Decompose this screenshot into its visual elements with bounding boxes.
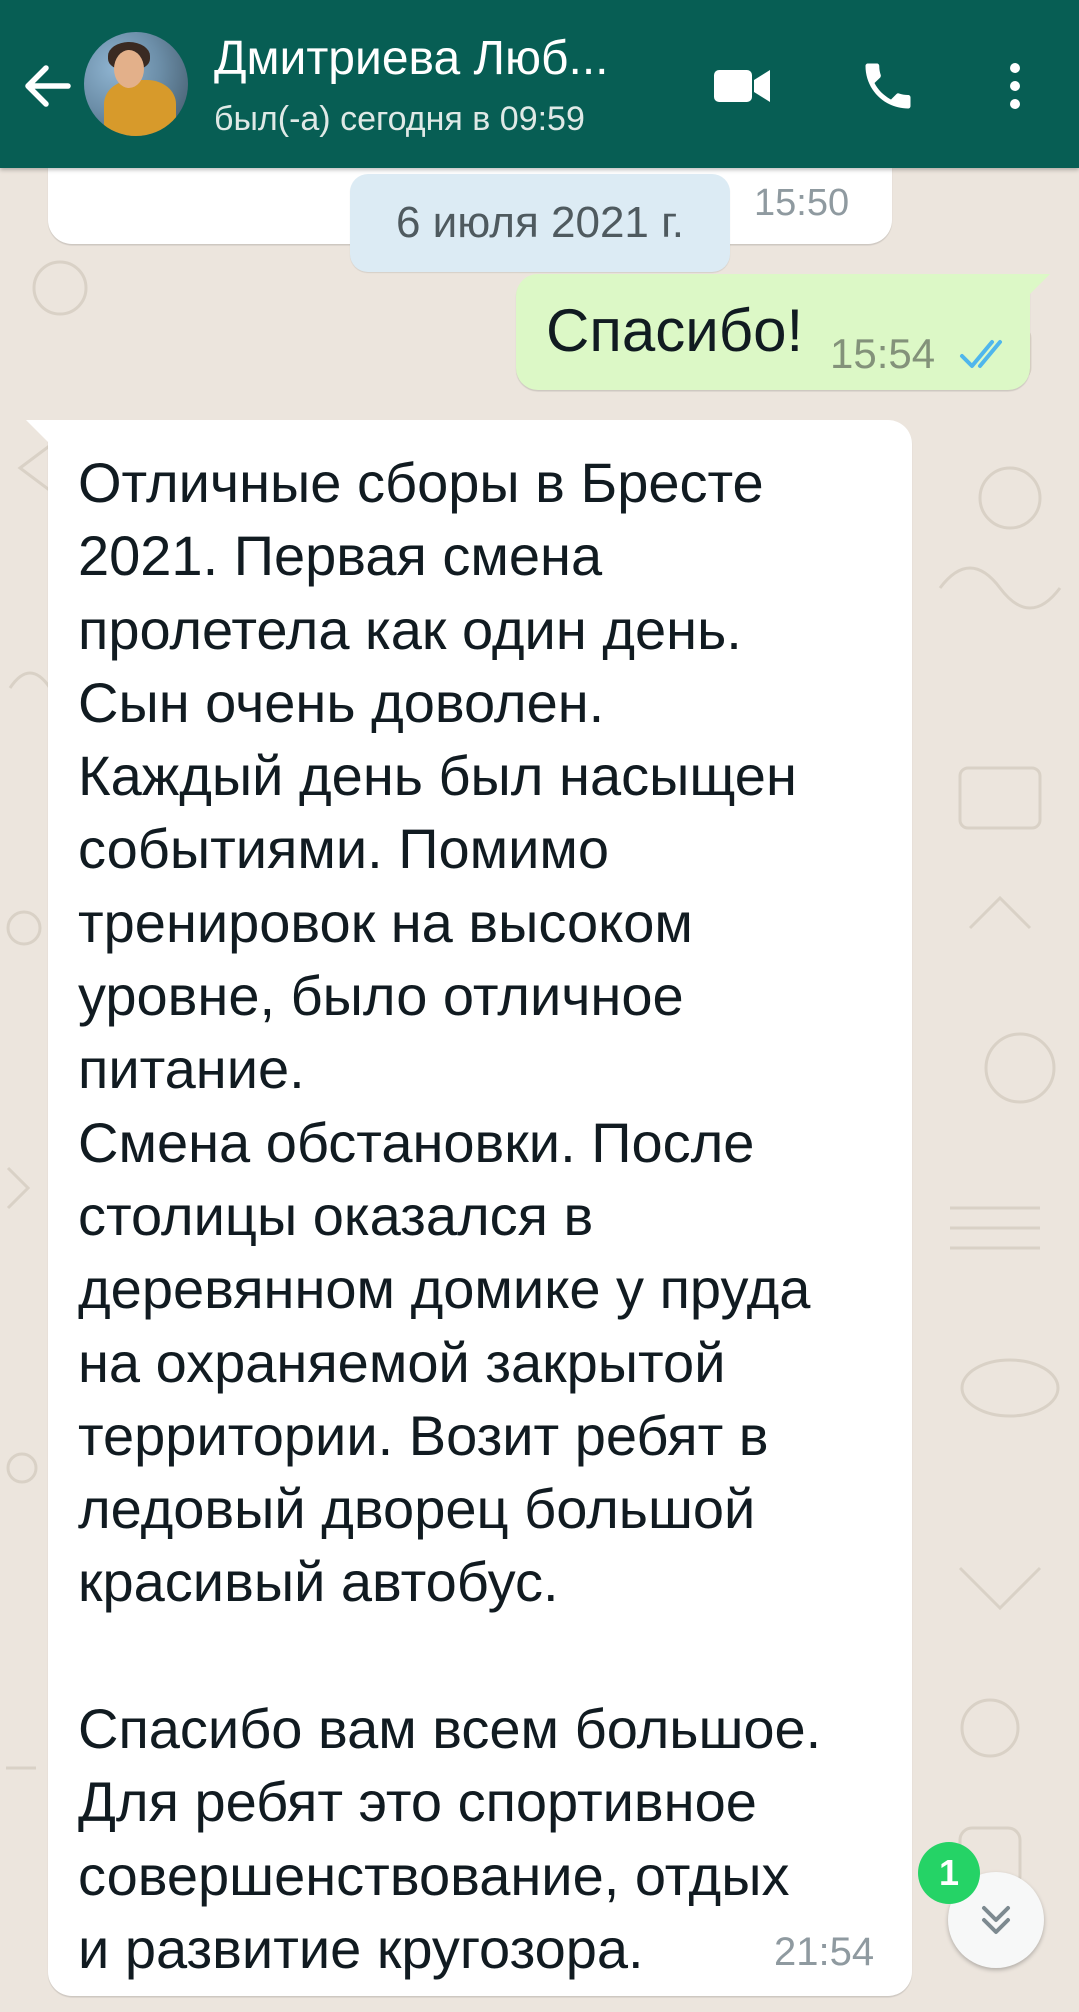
message-text: Спасибо! — [546, 297, 804, 364]
arrow-left-icon[interactable] — [18, 56, 78, 116]
chat-header: Дмитриева Люб... был(-а) сегодня в 09:59 — [0, 0, 1079, 168]
incoming-message-bubble[interactable]: Отличные сборы в Бресте 2021. Первая сме… — [26, 420, 912, 1996]
outgoing-message-bubble[interactable]: Спасибо! 15:54 — [516, 274, 1050, 390]
double-chevron-down-icon — [982, 1906, 1010, 1934]
avatar-coat — [104, 80, 176, 136]
unread-count-badge[interactable]: 1 — [918, 1842, 980, 1904]
double-check-read-icon — [960, 340, 1002, 368]
message-text: Отличные сборы в Бресте 2021. Первая сме… — [78, 451, 822, 1980]
contact-name[interactable]: Дмитриева Люб... — [214, 30, 609, 88]
message-time: 15:50 — [754, 182, 850, 224]
phone-icon[interactable] — [858, 56, 918, 116]
video-camera-icon[interactable] — [708, 56, 776, 116]
more-vertical-icon[interactable] — [1000, 56, 1030, 116]
message-time: 21:54 — [774, 1930, 875, 1974]
contact-avatar[interactable] — [84, 32, 188, 136]
bubble-tail — [1028, 274, 1050, 296]
date-separator: 6 июля 2021 г. — [350, 174, 730, 272]
message-time: 15:54 — [830, 330, 936, 377]
avatar-face — [114, 50, 144, 88]
bubble-tail — [26, 420, 50, 444]
contact-last-seen[interactable]: был(-а) сегодня в 09:59 — [214, 98, 585, 140]
